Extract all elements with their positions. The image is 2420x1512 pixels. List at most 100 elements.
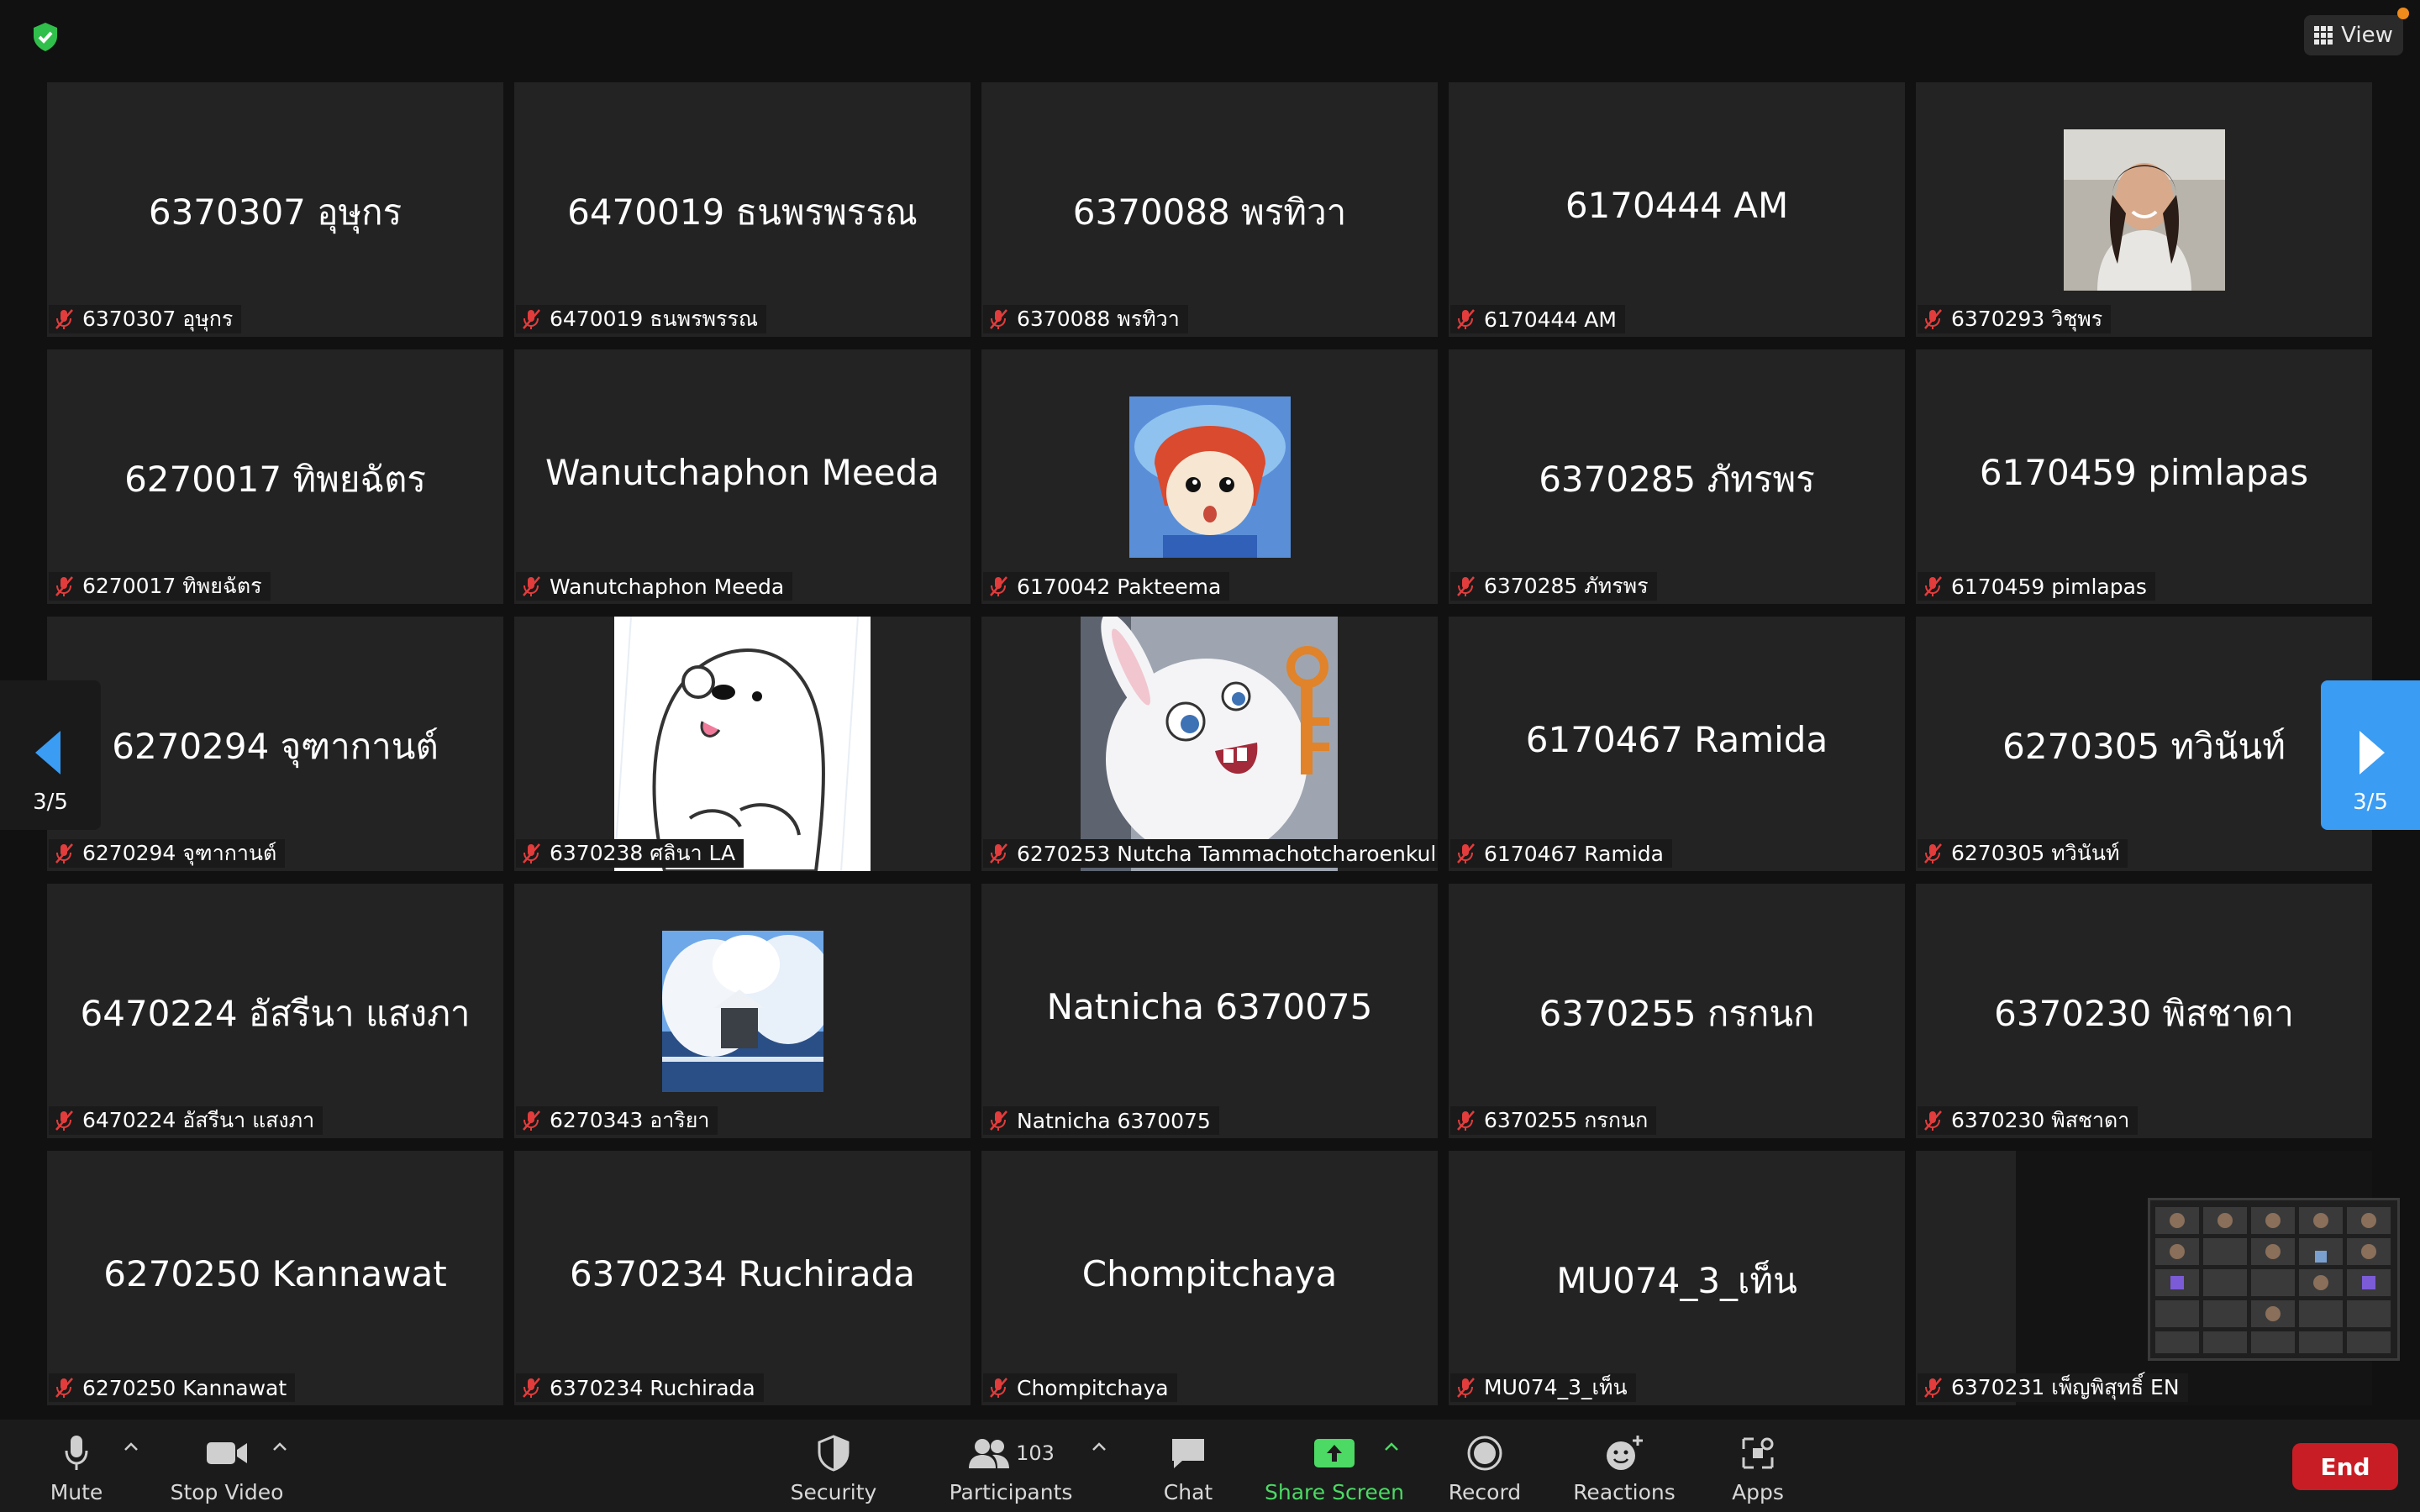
participant-tile[interactable]: 6370088 พรทิวา 6370088 พรทิวา <box>981 82 1438 337</box>
next-page-button[interactable]: 3/5 <box>2321 680 2420 830</box>
share-options-caret-icon[interactable] <box>1381 1438 1402 1455</box>
participant-display-name: 6370088 พรทิวา <box>1072 192 1347 233</box>
participant-tile[interactable]: 6270250 Kannawat 6270250 Kannawat <box>47 1151 503 1405</box>
participant-label-text: 6370238 ศลินา LA <box>550 841 736 865</box>
encryption-shield-icon[interactable] <box>29 20 62 54</box>
microphone-muted-icon <box>1924 576 1942 596</box>
participant-display-name: Wanutchaphon Meeda <box>545 452 939 493</box>
participant-display-name: Natnicha 6370075 <box>1046 986 1373 1027</box>
participant-name-label: 6370293 วิชุพร <box>1918 305 2112 333</box>
participant-name-label: 6470019 ธนพรพรรณ <box>516 305 767 333</box>
participant-name-label: 6270253 Nutcha Tammachotcharoenkul <box>983 839 1438 868</box>
participant-name-label: 6270294 จุฑากานต์ <box>49 839 286 868</box>
participant-display-name: 6470019 ธนพรพรรณ <box>567 192 918 233</box>
participant-tile[interactable]: 6370234 Ruchirada 6370234 Ruchirada <box>514 1151 971 1405</box>
participant-label-text: Chompitchaya <box>1017 1375 1169 1400</box>
stop-video-button[interactable]: Stop Video <box>168 1420 286 1512</box>
microphone-muted-icon <box>1457 1378 1475 1398</box>
participant-name-label: 6270017 ทิพยฉัตร <box>49 572 271 601</box>
participant-tile[interactable]: Wanutchaphon Meeda Wanutchaphon Meeda <box>514 349 971 604</box>
participant-label-text: MU074_3_เท็น <box>1484 1375 1628 1399</box>
participant-tile[interactable]: 6270305 ทวินันท์ 6270305 ทวินันท์ <box>1916 617 2372 871</box>
participant-label-text: 6270250 Kannawat <box>82 1375 287 1400</box>
microphone-muted-icon <box>990 309 1007 329</box>
participant-tile[interactable]: 6170042 Pakteema <box>981 349 1438 604</box>
participant-label-text: 6170444 AM <box>1484 307 1617 332</box>
participant-label-text: 6470019 ธนพรพรรณ <box>550 307 759 331</box>
participant-tile[interactable]: 6270253 Nutcha Tammachotcharoenkul <box>981 617 1438 871</box>
participant-label-text: 6270305 ทวินันท์ <box>1951 841 2120 865</box>
participants-options-caret-icon[interactable] <box>1089 1438 1109 1455</box>
grid-view-icon <box>2314 26 2333 45</box>
participant-display-name: Chompitchaya <box>1081 1253 1338 1294</box>
participant-tile[interactable]: 6170467 Ramida 6170467 Ramida <box>1449 617 1905 871</box>
view-button[interactable]: View <box>2304 15 2403 55</box>
mute-button[interactable]: Mute <box>44 1420 109 1512</box>
chat-button[interactable]: Chat <box>1151 1420 1225 1512</box>
participant-tile[interactable]: 6370255 กรกนก 6370255 กรกนก <box>1449 884 1905 1138</box>
view-label: View <box>2341 23 2393 48</box>
microphone-muted-icon <box>523 576 540 596</box>
participant-display-name: 6170467 Ramida <box>1525 719 1828 760</box>
record-icon <box>1467 1436 1502 1471</box>
participants-icon <box>969 1439 1010 1468</box>
participant-tile[interactable]: 6370230 พิสชาดา 6370230 พิสชาดา <box>1916 884 2372 1138</box>
microphone-muted-icon <box>990 843 1007 864</box>
participant-display-name: 6370255 กรกนก <box>1539 993 1815 1034</box>
participant-tile[interactable]: 6270343 อาริยา <box>514 884 971 1138</box>
record-button[interactable]: Record <box>1445 1420 1524 1512</box>
previous-page-button[interactable]: 3/5 <box>0 680 101 830</box>
participant-tile[interactable]: 6470019 ธนพรพรรณ 6470019 ธนพรพรรณ <box>514 82 971 337</box>
reactions-button[interactable]: Reactions <box>1573 1420 1676 1512</box>
microphone-muted-icon <box>55 576 73 596</box>
microphone-muted-icon <box>523 1110 540 1131</box>
participants-button[interactable]: 103 Participants <box>950 1420 1072 1512</box>
participant-label-text: 6170042 Pakteema <box>1017 574 1222 599</box>
participant-tile[interactable]: Chompitchaya Chompitchaya <box>981 1151 1438 1405</box>
participants-label: Participants <box>949 1480 1073 1504</box>
participant-label-text: Natnicha 6370075 <box>1017 1108 1211 1133</box>
participant-label-text: 6170467 Ramida <box>1484 841 1664 866</box>
participant-tile[interactable]: 6370293 วิชุพร <box>1916 82 2372 337</box>
participant-tile[interactable]: Natnicha 6370075 Natnicha 6370075 <box>981 884 1438 1138</box>
video-options-caret-icon[interactable] <box>270 1438 290 1455</box>
end-meeting-button[interactable]: End <box>2292 1443 2398 1490</box>
participant-name-label: 6370231 เพ็ญพิสุทธิ์ EN <box>1918 1373 2188 1402</box>
participant-tile[interactable]: 6170444 AM 6170444 AM <box>1449 82 1905 337</box>
microphone-muted-icon <box>55 843 73 864</box>
participant-name-label: Wanutchaphon Meeda <box>516 572 793 601</box>
participant-tile[interactable]: 6470224 อัสรีนา แสงภา 6470224 อัสรีนา แสง… <box>47 884 503 1138</box>
apps-button[interactable]: Apps <box>1724 1420 1791 1512</box>
self-view-thumbnail[interactable] <box>2148 1198 2400 1361</box>
profile-photo <box>1081 617 1338 871</box>
security-button[interactable]: Security <box>783 1420 884 1512</box>
participant-name-label: 6370285 ภัทรพร <box>1450 572 1657 601</box>
participant-tile[interactable]: 6370285 ภัทรพร 6370285 ภัทรพร <box>1449 349 1905 604</box>
participant-tile[interactable]: 6370238 ศลินา LA <box>514 617 971 871</box>
participant-display-name: 6270305 ทวินันท์ <box>2002 726 2286 767</box>
participant-label-text: 6270017 ทิพยฉัตร <box>82 574 262 598</box>
profile-photo <box>1129 396 1291 558</box>
participant-display-name: 6270250 Kannawat <box>103 1253 447 1294</box>
microphone-muted-icon <box>55 309 73 329</box>
security-label: Security <box>790 1480 877 1504</box>
participant-tile[interactable]: 6370307 อุษุกร 6370307 อุษุกร <box>47 82 503 337</box>
participant-name-label: 6370230 พิสชาดา <box>1918 1106 2139 1135</box>
participant-tile[interactable]: 6170459 pimlapas 6170459 pimlapas <box>1916 349 2372 604</box>
audio-options-caret-icon[interactable] <box>121 1438 141 1455</box>
participant-tile[interactable]: 6270017 ทิพยฉัตร 6270017 ทิพยฉัตร <box>47 349 503 604</box>
microphone-muted-icon <box>1457 843 1475 864</box>
meeting-toolbar: Mute Stop Video Security 103 Participant… <box>0 1420 2420 1512</box>
share-screen-button[interactable]: Share Screen <box>1265 1420 1404 1512</box>
participant-name-label: 6470224 อัสรีนา แสงภา <box>49 1106 324 1135</box>
participant-name-label: 6370255 กรกนก <box>1450 1106 1657 1135</box>
participant-tile[interactable]: 6270294 จุฑากานต์ 6270294 จุฑากานต์ <box>47 617 503 871</box>
participant-display-name: 6370234 Ruchirada <box>569 1253 916 1294</box>
microphone-muted-icon <box>990 1110 1007 1131</box>
participant-tile[interactable]: MU074_3_เท็น MU074_3_เท็น <box>1449 1151 1905 1405</box>
participant-name-label: 6370088 พรทิวา <box>983 305 1188 333</box>
record-label: Record <box>1448 1480 1522 1504</box>
thumbnail-grid-preview <box>2150 1200 2397 1358</box>
security-shield-icon <box>818 1435 850 1472</box>
microphone-muted-icon <box>1924 1110 1942 1131</box>
